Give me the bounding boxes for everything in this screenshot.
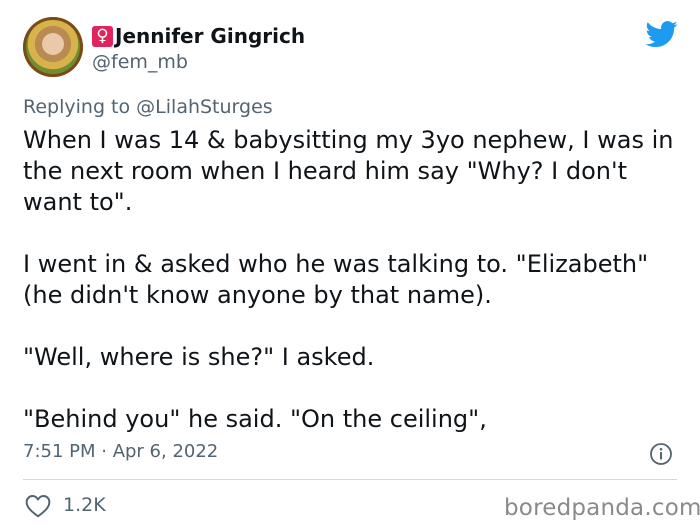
female-sign-icon: ♀ (92, 25, 113, 47)
tweet-paragraph: I went in & asked who he was talking to.… (23, 250, 649, 309)
author-handle[interactable]: @fem_mb (92, 51, 188, 73)
replying-to-handle-link[interactable]: @LilahSturges (136, 96, 273, 118)
replying-to: Replying to @LilahSturges (23, 96, 273, 118)
twitter-bird-icon[interactable] (646, 18, 678, 50)
tweet-paragraph: "Behind you" he said. "On the ceiling", (23, 405, 487, 433)
tweet-paragraph: When I was 14 & babysitting my 3yo nephe… (23, 126, 674, 216)
tweet-paragraph: "Well, where is she?" I asked. (23, 343, 375, 371)
like-count[interactable]: 1.2K (63, 494, 106, 516)
avatar[interactable] (23, 17, 83, 77)
heart-icon[interactable] (25, 494, 51, 518)
divider (23, 479, 677, 480)
author-name-row[interactable]: ♀ Jennifer Gingrich (92, 22, 305, 50)
replying-to-prefix: Replying to (23, 96, 131, 118)
tweet-timestamp-link[interactable]: 7:51 PM · Apr 6, 2022 (23, 441, 218, 462)
tweet-text: When I was 14 & babysitting my 3yo nephe… (23, 125, 683, 466)
info-icon[interactable] (649, 442, 673, 466)
watermark: boredpanda.com (504, 495, 700, 521)
author-name[interactable]: Jennifer Gingrich (115, 24, 305, 48)
